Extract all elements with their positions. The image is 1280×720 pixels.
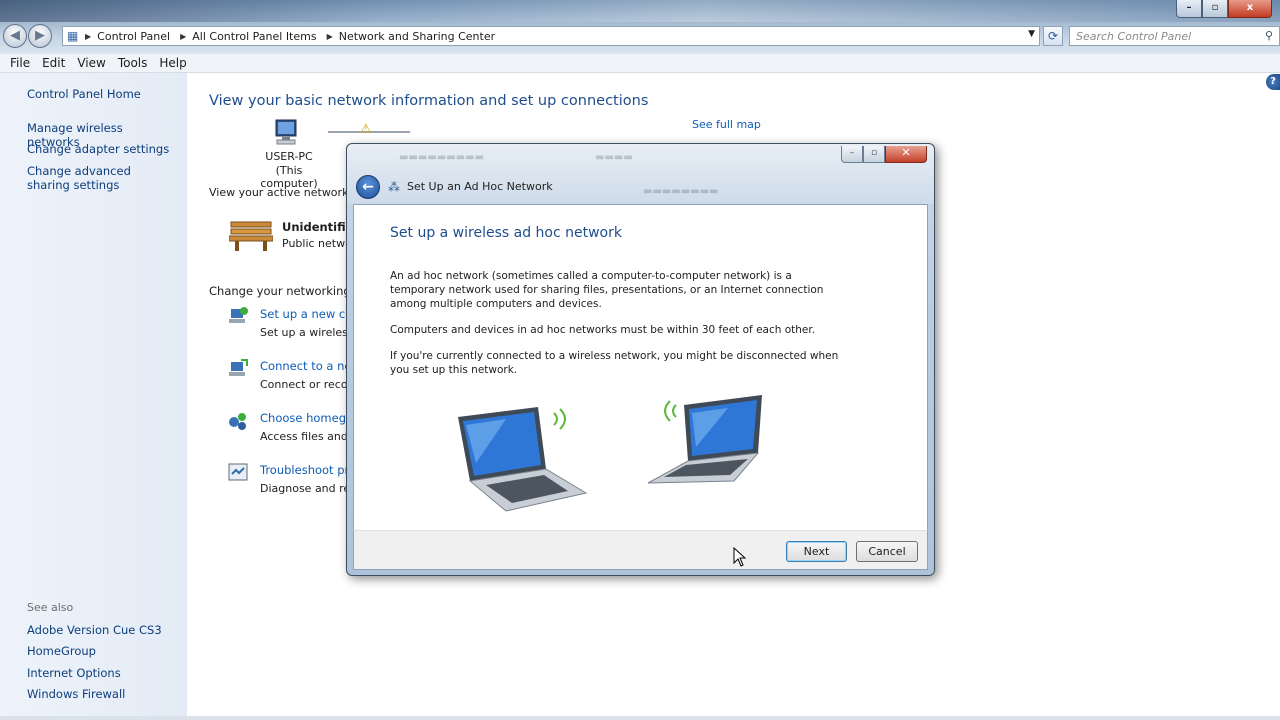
behind-glass-text: ▬▬▬▬▬▬▬▬▬ xyxy=(399,152,485,163)
taskbar-edge xyxy=(0,716,1280,720)
laptop-right-icon xyxy=(647,395,762,484)
change-settings-heading: Change your networking se xyxy=(209,284,368,298)
dialog-minimize-button[interactable]: – xyxy=(841,146,863,163)
refresh-button[interactable]: ⟳ xyxy=(1043,26,1063,46)
homegroup-icon xyxy=(229,413,246,430)
dialog-content: Set up a wireless ad hoc network An ad h… xyxy=(353,204,928,530)
warning-icon: ⚠ xyxy=(360,122,372,137)
see-also-internet-options[interactable]: Internet Options xyxy=(27,666,177,680)
window-controls: – ▫ x xyxy=(1176,0,1272,18)
close-button[interactable]: x xyxy=(1228,0,1272,18)
task-setup-connection-link[interactable]: Set up a new con xyxy=(260,307,360,321)
see-also-adobe-version-cue[interactable]: Adobe Version Cue CS3 xyxy=(27,623,177,637)
breadcrumb-all-items[interactable]: All Control Panel Items xyxy=(192,30,316,43)
network-type-link[interactable]: Public netwo xyxy=(282,237,352,250)
task-homegroup-link[interactable]: Choose homegro xyxy=(260,411,358,425)
see-also-heading: See also xyxy=(27,601,74,614)
computer-icon[interactable] xyxy=(271,118,301,146)
dialog-close-button[interactable]: ✕ xyxy=(885,146,927,163)
task-troubleshoot-link[interactable]: Troubleshoot pro xyxy=(260,463,356,477)
menu-help[interactable]: Help xyxy=(153,54,192,72)
task-homegroup-desc: Access files and p xyxy=(260,430,359,443)
dialog-back-button[interactable]: ← xyxy=(356,175,380,199)
task-setup-connection-desc: Set up a wireless, xyxy=(260,326,358,339)
see-also-homegroup[interactable]: HomeGroup xyxy=(27,644,177,658)
task-troubleshoot-desc: Diagnose and rep xyxy=(260,482,358,495)
cancel-button[interactable]: Cancel xyxy=(856,541,918,562)
window-title-bar: – ▫ x ◀ ▶ ▦ ▶ Control Panel ▶ All Contro… xyxy=(0,0,1280,54)
dialog-window-controls: – ▫ ✕ xyxy=(841,146,927,163)
behind-glass-text: ▬▬▬▬▬▬▬▬ xyxy=(643,186,719,197)
adhoc-setup-dialog: ▬▬▬▬▬▬▬▬▬ ▬▬▬▬ ▬▬▬▬▬▬▬▬ – ▫ ✕ ← ⁂ Set Up… xyxy=(346,143,935,576)
search-input[interactable]: Search Control Panel ⚲ xyxy=(1069,26,1280,46)
page-title: View your basic network information and … xyxy=(209,93,649,109)
troubleshoot-icon xyxy=(228,463,248,481)
forward-button[interactable]: ▶ xyxy=(28,24,52,48)
breadcrumb-control-panel[interactable]: Control Panel xyxy=(97,30,170,43)
dialog-footer: Next Cancel xyxy=(353,530,928,570)
breadcrumb-separator-icon[interactable]: ▶ xyxy=(180,32,186,41)
menu-bar: File Edit View Tools Help xyxy=(0,54,1280,73)
sidebar-item-advanced-sharing[interactable]: Change advanced sharing settings xyxy=(27,164,177,192)
address-dropdown-icon[interactable]: ▼ xyxy=(1028,29,1035,39)
laptop-left-icon xyxy=(458,407,588,512)
dialog-paragraph-intro: An ad hoc network (sometimes called a co… xyxy=(390,270,824,310)
computer-name: USER-PC xyxy=(265,150,313,163)
sidebar-item-control-panel-home[interactable]: Control Panel Home xyxy=(27,87,177,101)
active-networks-heading: View your active networks xyxy=(209,186,355,199)
mouse-cursor-icon xyxy=(733,547,747,567)
breadcrumb-separator-icon: ▶ xyxy=(85,31,92,41)
help-icon[interactable]: ? xyxy=(1266,74,1280,90)
task-connect-network-desc: Connect or recon xyxy=(260,378,355,391)
search-placeholder: Search Control Panel xyxy=(1076,30,1192,43)
address-bar[interactable]: ▦ ▶ Control Panel ▶ All Control Panel It… xyxy=(62,26,1040,46)
behind-glass-text: ▬▬▬▬ xyxy=(595,152,633,163)
menu-file[interactable]: File xyxy=(4,54,36,72)
sidebar-item-change-adapter[interactable]: Change adapter settings xyxy=(27,142,177,156)
breadcrumb-network-sharing[interactable]: Network and Sharing Center xyxy=(339,30,495,43)
dialog-title: Set Up an Ad Hoc Network xyxy=(407,180,553,193)
menu-view[interactable]: View xyxy=(71,54,111,72)
sidebar: Control Panel Home Manage wireless netwo… xyxy=(0,73,187,720)
see-also-windows-firewall[interactable]: Windows Firewall xyxy=(27,687,177,701)
search-icon[interactable]: ⚲ xyxy=(1265,29,1273,42)
breadcrumb-separator-icon[interactable]: ▶ xyxy=(327,32,333,41)
dialog-paragraph-range: Computers and devices in ad hoc networks… xyxy=(390,324,816,336)
menu-tools[interactable]: Tools xyxy=(112,54,154,72)
back-button[interactable]: ◀ xyxy=(3,24,27,48)
adhoc-network-icon: ⁂ xyxy=(388,180,400,194)
connect-network-icon xyxy=(229,359,248,376)
new-connection-icon xyxy=(229,307,248,323)
maximize-button[interactable]: ▫ xyxy=(1202,0,1228,18)
public-network-icon xyxy=(229,221,273,251)
see-full-map-link[interactable]: See full map xyxy=(692,118,761,131)
dialog-heading: Set up a wireless ad hoc network xyxy=(390,225,622,241)
next-button[interactable]: Next xyxy=(786,541,847,562)
menu-edit[interactable]: Edit xyxy=(36,54,71,72)
minimize-button[interactable]: – xyxy=(1176,0,1202,18)
dialog-maximize-button[interactable]: ▫ xyxy=(863,146,885,163)
dialog-paragraph-disconnect: If you're currently connected to a wirel… xyxy=(390,350,839,376)
control-panel-icon: ▦ xyxy=(67,29,79,43)
nav-buttons: ◀ ▶ xyxy=(3,24,52,48)
